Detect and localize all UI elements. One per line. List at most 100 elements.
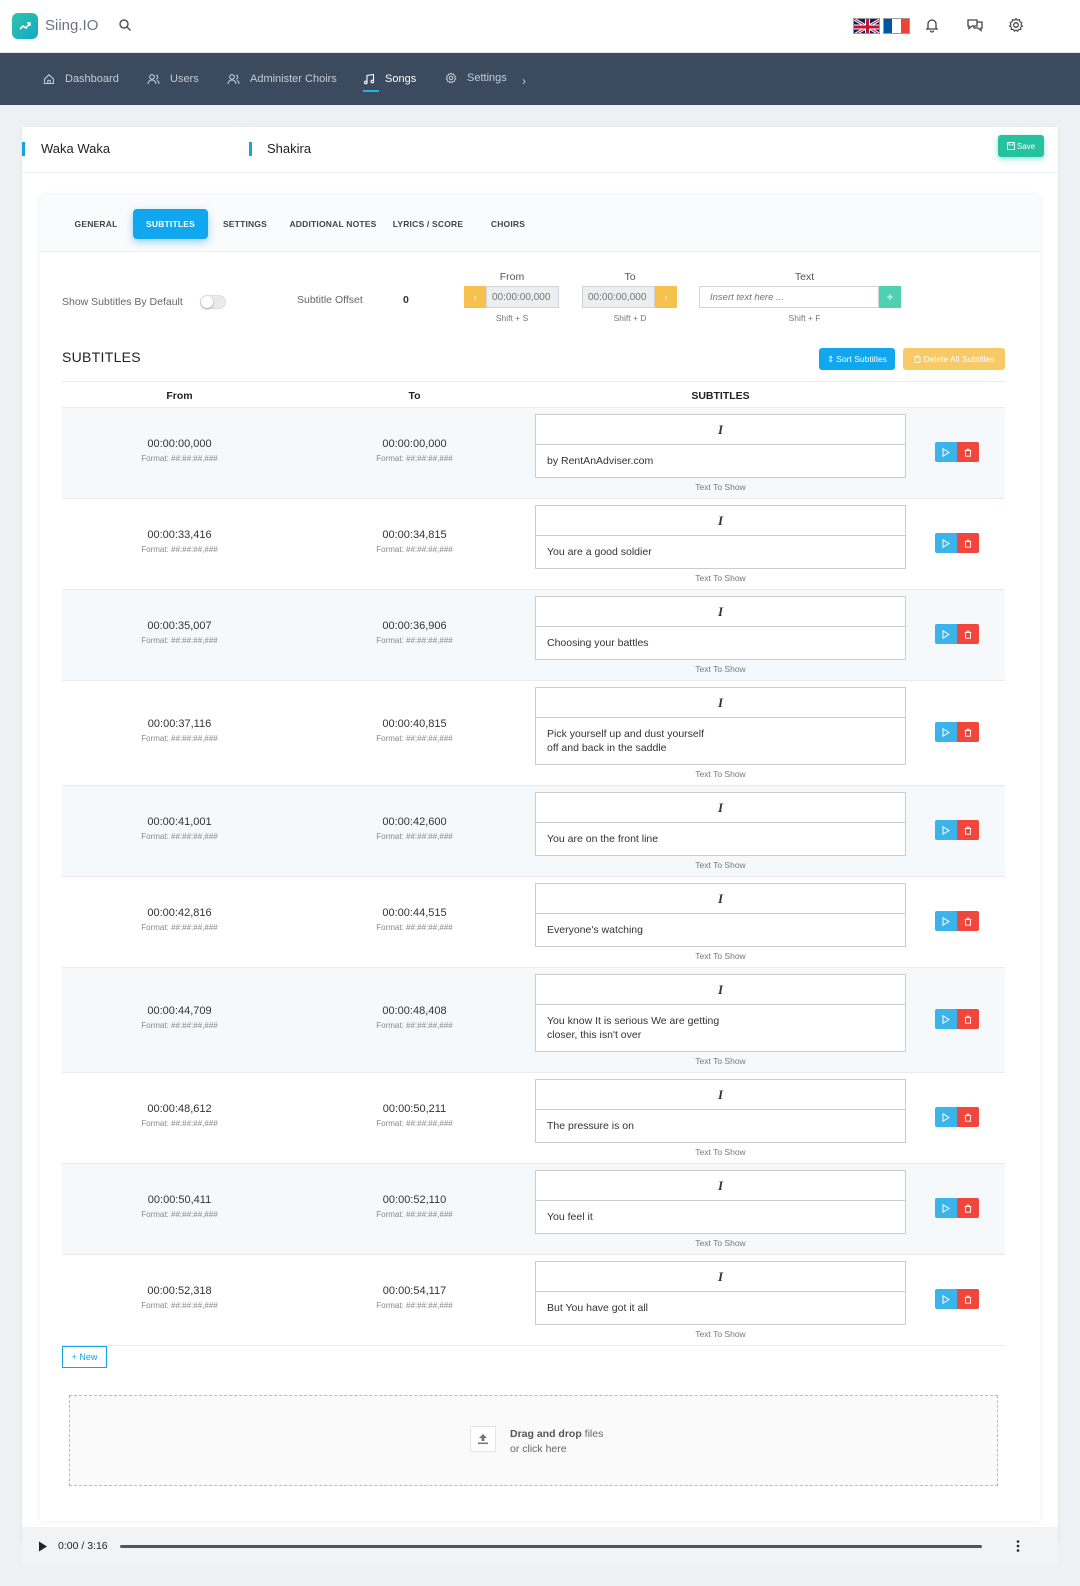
from-cell[interactable]: 00:00:35,007 Format: ##:##:##,### <box>62 620 297 645</box>
play-subtitle-button[interactable] <box>935 722 957 742</box>
to-cell[interactable]: 00:00:50,211 Format: ##:##:##,### <box>297 1103 532 1128</box>
delete-subtitle-button[interactable] <box>957 1009 979 1029</box>
delete-subtitle-button[interactable] <box>957 1289 979 1309</box>
from-time[interactable]: 00:00:35,007 <box>62 620 297 632</box>
play-subtitle-button[interactable] <box>935 820 957 840</box>
play-subtitle-button[interactable] <box>935 1198 957 1218</box>
delete-subtitle-button[interactable] <box>957 1107 979 1127</box>
audio-progress[interactable] <box>120 1545 982 1548</box>
to-time[interactable]: 00:00:50,211 <box>297 1103 532 1115</box>
subtitle-text[interactable]: You are a good soldier <box>536 536 905 568</box>
subtitle-editor[interactable]: I You are on the front line <box>535 792 906 856</box>
delete-subtitle-button[interactable] <box>957 1198 979 1218</box>
italic-button[interactable]: I <box>536 793 905 823</box>
subtitle-editor[interactable]: I The pressure is on <box>535 1079 906 1143</box>
to-time[interactable]: 00:00:48,408 <box>297 1005 532 1017</box>
to-cell[interactable]: 00:00:54,117 Format: ##:##:##,### <box>297 1285 532 1310</box>
bell-icon[interactable] <box>924 17 942 35</box>
subtitle-editor[interactable]: I Choosing your battles <box>535 596 906 660</box>
play-subtitle-button[interactable] <box>935 624 957 644</box>
app-name[interactable]: Siing.IO <box>45 17 98 34</box>
italic-button[interactable]: I <box>536 688 905 718</box>
subtitle-text[interactable]: You know It is serious We are getting cl… <box>536 1005 905 1051</box>
to-cell[interactable]: 00:00:00,000 Format: ##:##:##,### <box>297 438 532 463</box>
italic-button[interactable]: I <box>536 506 905 536</box>
italic-button[interactable]: I <box>536 1080 905 1110</box>
subtitle-editor[interactable]: I You feel it <box>535 1170 906 1234</box>
delete-subtitle-button[interactable] <box>957 722 979 742</box>
play-subtitle-button[interactable] <box>935 911 957 931</box>
from-cell[interactable]: 00:00:48,612 Format: ##:##:##,### <box>62 1103 297 1128</box>
italic-button[interactable]: I <box>536 884 905 914</box>
nav-item-settings[interactable]: Settings <box>445 52 507 104</box>
to-time[interactable]: 00:00:40,815 <box>297 718 532 730</box>
from-time[interactable]: 00:00:00,000 <box>62 438 297 450</box>
tab-subtitles[interactable]: SUBTITLES <box>133 209 208 239</box>
sort-subtitles-button[interactable]: ⇕ Sort Subtitles <box>819 348 895 370</box>
tab-additional-notes[interactable]: ADDITIONAL NOTES <box>285 209 381 239</box>
to-input[interactable] <box>582 286 655 308</box>
delete-subtitle-button[interactable] <box>957 820 979 840</box>
subtitle-text-input[interactable] <box>699 286 879 308</box>
from-time[interactable]: 00:00:41,001 <box>62 816 297 828</box>
italic-button[interactable]: I <box>536 975 905 1005</box>
subtitle-text[interactable]: You are on the front line <box>536 823 905 855</box>
to-cell[interactable]: 00:00:36,906 Format: ##:##:##,### <box>297 620 532 645</box>
subtitle-text[interactable]: Pick yourself up and dust yourself off a… <box>536 718 905 764</box>
subtitle-editor[interactable]: I Everyone's watching <box>535 883 906 947</box>
italic-button[interactable]: I <box>536 1262 905 1292</box>
subtitle-editor[interactable]: Iby RentAnAdviser.com <box>535 414 906 478</box>
play-subtitle-button[interactable] <box>935 1289 957 1309</box>
to-cell[interactable]: 00:00:40,815 Format: ##:##:##,### <box>297 718 532 743</box>
to-cell[interactable]: 00:00:48,408 Format: ##:##:##,### <box>297 1005 532 1030</box>
to-time[interactable]: 00:00:00,000 <box>297 438 532 450</box>
delete-all-subtitles-button[interactable]: Delete All Subtitles <box>903 348 1005 370</box>
to-time[interactable]: 00:00:36,906 <box>297 620 532 632</box>
subtitle-editor[interactable]: I You are a good soldier <box>535 505 906 569</box>
more-options-icon[interactable] <box>1016 1539 1020 1556</box>
logo-icon[interactable] <box>12 13 38 39</box>
subtitle-text[interactable]: But You have got it all <box>536 1292 905 1324</box>
from-nudge-button[interactable]: › <box>464 286 486 308</box>
subtitle-text[interactable]: Everyone's watching <box>536 914 905 946</box>
save-button[interactable]: Save <box>998 135 1044 157</box>
nav-item-dashboard[interactable]: Dashboard <box>43 53 119 105</box>
from-cell[interactable]: 00:00:41,001 Format: ##:##:##,### <box>62 816 297 841</box>
from-cell[interactable]: 00:00:50,411 Format: ##:##:##,### <box>62 1194 297 1219</box>
from-cell[interactable]: 00:00:44,709 Format: ##:##:##,### <box>62 1005 297 1030</box>
to-cell[interactable]: 00:00:52,110 Format: ##:##:##,### <box>297 1194 532 1219</box>
tab-lyrics-score[interactable]: LYRICS / SCORE <box>388 209 468 239</box>
play-icon[interactable] <box>38 1541 48 1555</box>
show-default-toggle[interactable] <box>200 295 226 309</box>
subtitle-editor[interactable]: I Pick yourself up and dust yourself off … <box>535 687 906 765</box>
to-time[interactable]: 00:00:54,117 <box>297 1285 532 1297</box>
offset-value[interactable]: 0 <box>403 294 409 306</box>
file-dropzone[interactable]: Drag and drop files or click here <box>69 1395 998 1486</box>
add-subtitle-button[interactable]: + <box>879 286 901 308</box>
italic-button[interactable]: I <box>536 415 905 445</box>
delete-subtitle-button[interactable] <box>957 533 979 553</box>
subtitle-text[interactable]: You feel it <box>536 1201 905 1233</box>
from-cell[interactable]: 00:00:42,816 Format: ##:##:##,### <box>62 907 297 932</box>
from-input[interactable] <box>486 286 559 308</box>
italic-button[interactable]: I <box>536 1171 905 1201</box>
subtitle-editor[interactable]: I But You have got it all <box>535 1261 906 1325</box>
play-subtitle-button[interactable] <box>935 1107 957 1127</box>
from-time[interactable]: 00:00:42,816 <box>62 907 297 919</box>
subtitle-editor[interactable]: I You know It is serious We are getting c… <box>535 974 906 1052</box>
to-cell[interactable]: 00:00:34,815 Format: ##:##:##,### <box>297 529 532 554</box>
play-subtitle-button[interactable] <box>935 442 957 462</box>
to-time[interactable]: 00:00:44,515 <box>297 907 532 919</box>
delete-subtitle-button[interactable] <box>957 442 979 462</box>
fr-flag-icon[interactable] <box>883 18 910 34</box>
new-subtitle-button[interactable]: + New <box>62 1346 107 1368</box>
uk-flag-icon[interactable] <box>853 18 880 34</box>
from-cell[interactable]: 00:00:52,318 Format: ##:##:##,### <box>62 1285 297 1310</box>
gear-icon[interactable] <box>1008 17 1026 35</box>
from-time[interactable]: 00:00:33,416 <box>62 529 297 541</box>
chat-icon[interactable] <box>966 17 984 35</box>
to-nudge-button[interactable]: ‹ <box>655 286 677 308</box>
from-time[interactable]: 00:00:52,318 <box>62 1285 297 1297</box>
from-cell[interactable]: 00:00:00,000 Format: ##:##:##,### <box>62 438 297 463</box>
to-cell[interactable]: 00:00:42,600 Format: ##:##:##,### <box>297 816 532 841</box>
